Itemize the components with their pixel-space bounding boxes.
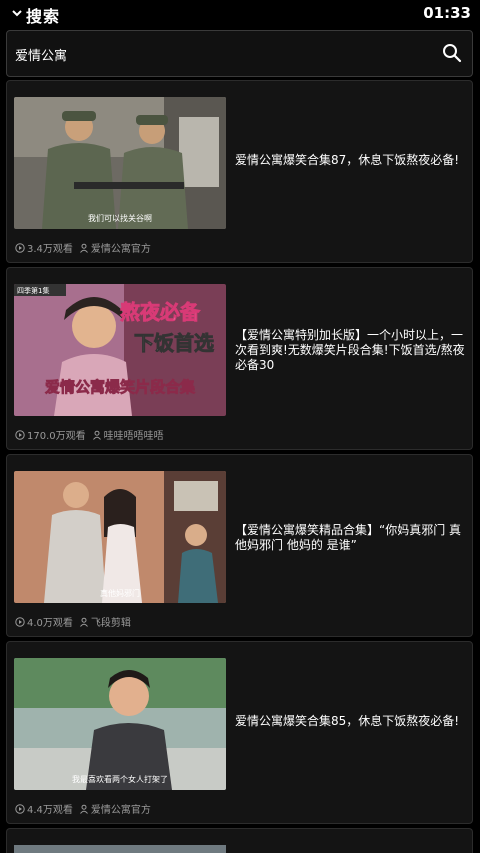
search-input[interactable]: 爱情公寓 [15,45,67,64]
author-name[interactable]: 哇哇唔唔哇唔 [104,427,164,442]
author-name[interactable]: 爱情公寓官方 [91,240,151,255]
video-meta: 3.4万观看 爱情公寓官方 [15,240,151,255]
author-name[interactable]: 飞段剪辑 [91,614,131,629]
video-thumbnail[interactable] [14,845,226,853]
video-card[interactable]: 我们可以找关谷啊 爱情公寓爆笑合集87，休息下饭熬夜必备! 3.4万观看 爱情公… [6,80,473,263]
video-thumbnail[interactable]: 我们可以找关谷啊 [14,97,226,229]
video-title[interactable]: 【爱情公寓爆笑精品合集】“你妈真邪门 真他妈邪门 他妈的 是谁” [235,523,467,553]
user-icon [80,617,88,627]
user-icon [80,804,88,814]
search-icon[interactable] [442,43,462,63]
thumbnail-overlay-bottom: 爱情公寓爆笑片段合集 [45,378,196,396]
view-count: 4.0万观看 [15,614,73,629]
author[interactable]: 爱情公寓官方 [79,801,151,816]
video-thumbnail[interactable]: 四季第1集 熬夜必备 下饭首选 爱情公寓爆笑片段合集 [14,284,226,416]
play-circle-icon [15,429,25,440]
view-count-text: 4.0万观看 [27,618,73,629]
view-count: 170.0万观看 [15,427,86,442]
search-bar[interactable]: 爱情公寓 [6,30,473,77]
author[interactable]: 哇哇唔唔哇唔 [92,427,164,442]
play-circle-icon [15,242,25,253]
video-card[interactable]: 四季第1集 熬夜必备 下饭首选 爱情公寓爆笑片段合集 【爱情公寓特别加长版】一个… [6,267,473,450]
video-thumbnail[interactable]: 我最喜欢看两个女人打架了 [14,658,226,790]
video-title[interactable]: 爱情公寓爆笑合集85，休息下饭熬夜必备! [235,714,467,729]
video-thumbnail[interactable]: 真他妈邪门 [14,471,226,603]
view-count-text: 4.4万观看 [27,805,73,816]
user-icon [80,243,88,253]
view-count-text: 3.4万观看 [27,244,73,255]
video-meta: 170.0万观看 哇哇唔唔哇唔 [15,427,164,442]
video-card[interactable] [6,828,473,853]
top-bar: 搜索 01:33 [0,0,480,28]
back-chevron-icon[interactable] [8,4,26,22]
author-name[interactable]: 爱情公寓官方 [91,801,151,816]
page-title: 搜索 [26,7,61,26]
author[interactable]: 飞段剪辑 [79,614,131,629]
thumbnail-overlay-middle: 下饭首选 [134,331,214,355]
user-icon [92,430,101,440]
video-title[interactable]: 【爱情公寓特别加长版】一个小时以上，一次看到爽!无数爆笑片段合集!下饭首选/熬夜… [235,328,467,373]
view-count: 3.4万观看 [15,240,73,255]
play-circle-icon [15,803,25,814]
video-card[interactable]: 真他妈邪门 【爱情公寓爆笑精品合集】“你妈真邪门 真他妈邪门 他妈的 是谁” 4… [6,454,473,637]
thumbnail-badge: 四季第1集 [17,286,49,295]
thumbnail-overlay-top: 熬夜必备 [120,300,201,324]
video-card[interactable]: 我最喜欢看两个女人打架了 爱情公寓爆笑合集85，休息下饭熬夜必备! 4.4万观看… [6,641,473,824]
clock: 01:33 [423,4,471,22]
video-meta: 4.4万观看 爱情公寓官方 [15,801,151,816]
view-count: 4.4万观看 [15,801,73,816]
play-circle-icon [15,616,25,627]
author[interactable]: 爱情公寓官方 [79,240,151,255]
thumbnail-caption: 真他妈邪门 [100,588,140,598]
view-count-text: 170.0万观看 [27,431,86,442]
thumbnail-caption: 我最喜欢看两个女人打架了 [72,774,168,784]
video-title[interactable]: 爱情公寓爆笑合集87，休息下饭熬夜必备! [235,153,467,168]
video-meta: 4.0万观看 飞段剪辑 [15,614,131,629]
thumbnail-caption: 我们可以找关谷啊 [88,213,152,223]
